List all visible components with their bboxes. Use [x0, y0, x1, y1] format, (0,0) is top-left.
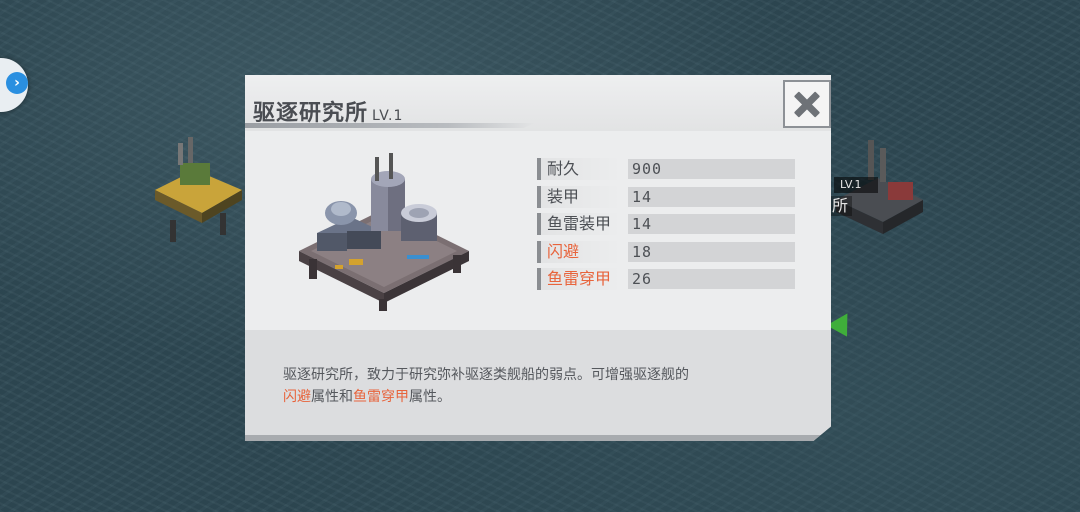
description-highlight-torpedo-penetration: 鱼雷穿甲 [353, 389, 409, 405]
side-menu-toggle[interactable]: › [0, 58, 28, 112]
stat-label: 闪避 [537, 240, 622, 263]
stat-label: 耐久 [537, 158, 622, 180]
stats-list: 耐久 900 装甲 14 鱼雷装甲 14 闪避 18 鱼雷穿甲 26 [537, 158, 795, 296]
description-text: 属性和 [311, 389, 353, 405]
dialog-header: 驱逐研究所 LV.1 [245, 75, 831, 131]
stat-label: 鱼雷装甲 [537, 213, 622, 235]
stat-value: 18 [628, 241, 795, 262]
description-text: 属性。 [409, 389, 451, 405]
stat-row-torpedo-armor: 鱼雷装甲 14 [537, 213, 795, 235]
stat-label: 装甲 [537, 185, 622, 208]
background-building-name: 所 [828, 196, 853, 216]
building-overview-panel: 耐久 900 装甲 14 鱼雷装甲 14 闪避 18 鱼雷穿甲 26 [245, 131, 831, 330]
close-button[interactable] [783, 80, 831, 128]
arrow-marker-icon [826, 313, 858, 343]
background-level-tag: LV.1 [834, 177, 878, 193]
stat-value: 14 [628, 186, 795, 207]
description-line: 驱逐研究所，致力于研究弥补驱逐类舰船的弱点。可增强驱逐舰的 [283, 367, 689, 383]
description-highlight-evasion: 闪避 [283, 389, 311, 405]
building-image [289, 151, 479, 311]
header-stripe [245, 123, 535, 128]
dialog-level: LV.1 [372, 108, 404, 124]
stat-value: 26 [628, 269, 795, 289]
stat-value: 900 [628, 159, 795, 179]
stat-row-torpedo-penetration: 鱼雷穿甲 26 [537, 268, 795, 290]
dialog-title: 驱逐研究所 [253, 100, 369, 126]
stat-value: 14 [628, 214, 795, 234]
stat-row-evasion: 闪避 18 [537, 240, 795, 263]
stat-label: 鱼雷穿甲 [537, 268, 622, 290]
background-base-left [150, 135, 245, 245]
dialog-bottom-bar [245, 435, 831, 441]
chevron-right-icon: › [6, 72, 28, 94]
building-info-dialog: 驱逐研究所 LV.1 耐久 900 装甲 14 鱼雷装甲 14 闪避 18 鱼雷… [245, 75, 831, 441]
description-panel: 驱逐研究所，致力于研究弥补驱逐类舰船的弱点。可增强驱逐舰的 闪避属性和鱼雷穿甲属性… [245, 330, 831, 435]
stat-row-durability: 耐久 900 [537, 158, 795, 180]
stat-row-armor: 装甲 14 [537, 185, 795, 208]
building-description: 驱逐研究所，致力于研究弥补驱逐类舰船的弱点。可增强驱逐舰的 闪避属性和鱼雷穿甲属性… [283, 364, 793, 408]
